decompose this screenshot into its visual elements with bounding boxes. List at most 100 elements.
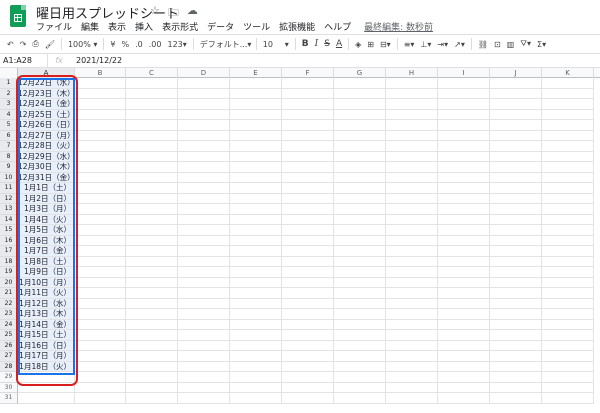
column-header-a[interactable]: A [18, 68, 75, 78]
cell-h17[interactable] [386, 246, 438, 257]
column-header-k[interactable]: K [542, 68, 594, 78]
cell-b30[interactable] [75, 382, 126, 393]
cell-f9[interactable] [282, 162, 334, 173]
column-header-h[interactable]: H [386, 68, 438, 78]
column-header-e[interactable]: E [230, 68, 282, 78]
cell-h24[interactable] [386, 319, 438, 330]
cell-h4[interactable] [386, 109, 438, 120]
cell-i10[interactable] [438, 172, 490, 183]
percent-button[interactable]: % [119, 36, 133, 52]
bold-button[interactable]: B [299, 36, 312, 52]
cell-i23[interactable] [438, 309, 490, 320]
cell-d14[interactable] [178, 214, 230, 225]
cell-h29[interactable] [386, 372, 438, 383]
cell-j3[interactable] [490, 99, 542, 110]
cell-h16[interactable] [386, 235, 438, 246]
row-header[interactable]: 3 [0, 99, 18, 110]
cell-e29[interactable] [230, 372, 282, 383]
menu-help[interactable]: ヘルプ [324, 20, 351, 33]
cell-e9[interactable] [230, 162, 282, 173]
cell-a14[interactable]: 1月4日（火） [18, 214, 75, 225]
cell-g17[interactable] [334, 246, 386, 257]
cell-f17[interactable] [282, 246, 334, 257]
cell-a13[interactable]: 1月3日（月） [18, 204, 75, 215]
cell-g5[interactable] [334, 120, 386, 131]
cell-i31[interactable] [438, 393, 490, 404]
cell-c16[interactable] [126, 235, 178, 246]
cell-a6[interactable]: 12月27日（月） [18, 130, 75, 141]
cell-k28[interactable] [542, 361, 594, 372]
cell-i30[interactable] [438, 382, 490, 393]
cell-j2[interactable] [490, 88, 542, 99]
cell-c1[interactable] [126, 78, 178, 89]
cell-b22[interactable] [75, 298, 126, 309]
cell-i12[interactable] [438, 193, 490, 204]
cell-a24[interactable]: 1月14日（金） [18, 319, 75, 330]
cell-i7[interactable] [438, 141, 490, 152]
cell-g27[interactable] [334, 351, 386, 362]
cell-k4[interactable] [542, 109, 594, 120]
row-header[interactable]: 10 [0, 172, 18, 183]
cell-f25[interactable] [282, 330, 334, 341]
cell-e28[interactable] [230, 361, 282, 372]
cell-j27[interactable] [490, 351, 542, 362]
menu-extensions[interactable]: 拡張機能 [279, 20, 315, 33]
row-header[interactable]: 21 [0, 288, 18, 299]
cell-e16[interactable] [230, 235, 282, 246]
cell-g4[interactable] [334, 109, 386, 120]
cell-e17[interactable] [230, 246, 282, 257]
cell-j19[interactable] [490, 267, 542, 278]
cell-g29[interactable] [334, 372, 386, 383]
cell-d4[interactable] [178, 109, 230, 120]
cell-c5[interactable] [126, 120, 178, 131]
cell-h26[interactable] [386, 340, 438, 351]
cell-k21[interactable] [542, 288, 594, 299]
cell-b31[interactable] [75, 393, 126, 404]
cell-g15[interactable] [334, 225, 386, 236]
row-header[interactable]: 30 [0, 382, 18, 393]
cell-d15[interactable] [178, 225, 230, 236]
cell-i4[interactable] [438, 109, 490, 120]
cell-g7[interactable] [334, 141, 386, 152]
cell-e18[interactable] [230, 256, 282, 267]
cell-f5[interactable] [282, 120, 334, 131]
cell-g13[interactable] [334, 204, 386, 215]
cell-a30[interactable] [18, 382, 75, 393]
cell-j25[interactable] [490, 330, 542, 341]
cell-j28[interactable] [490, 361, 542, 372]
cell-h27[interactable] [386, 351, 438, 362]
cell-c26[interactable] [126, 340, 178, 351]
cell-b8[interactable] [75, 151, 126, 162]
cell-j11[interactable] [490, 183, 542, 194]
cell-k6[interactable] [542, 130, 594, 141]
cell-b3[interactable] [75, 99, 126, 110]
cell-d10[interactable] [178, 172, 230, 183]
cell-f30[interactable] [282, 382, 334, 393]
cell-a17[interactable]: 1月7日（金） [18, 246, 75, 257]
cell-k31[interactable] [542, 393, 594, 404]
row-header[interactable]: 15 [0, 225, 18, 236]
cell-b28[interactable] [75, 361, 126, 372]
cell-c17[interactable] [126, 246, 178, 257]
row-header[interactable]: 29 [0, 372, 18, 383]
text-wrap-icon[interactable]: ⇥▾ [434, 36, 451, 52]
cell-c2[interactable] [126, 88, 178, 99]
cell-d11[interactable] [178, 183, 230, 194]
cell-f24[interactable] [282, 319, 334, 330]
cell-j29[interactable] [490, 372, 542, 383]
cell-h3[interactable] [386, 99, 438, 110]
cell-f28[interactable] [282, 361, 334, 372]
cell-c20[interactable] [126, 277, 178, 288]
cell-i11[interactable] [438, 183, 490, 194]
cell-h23[interactable] [386, 309, 438, 320]
row-header[interactable]: 28 [0, 361, 18, 372]
cell-g25[interactable] [334, 330, 386, 341]
cell-g10[interactable] [334, 172, 386, 183]
cell-k13[interactable] [542, 204, 594, 215]
cell-a5[interactable]: 12月26日（日） [18, 120, 75, 131]
horizontal-align-icon[interactable]: ≡▾ [401, 36, 418, 52]
row-header[interactable]: 12 [0, 193, 18, 204]
cell-k1[interactable] [542, 78, 594, 89]
cell-j1[interactable] [490, 78, 542, 89]
cell-i15[interactable] [438, 225, 490, 236]
